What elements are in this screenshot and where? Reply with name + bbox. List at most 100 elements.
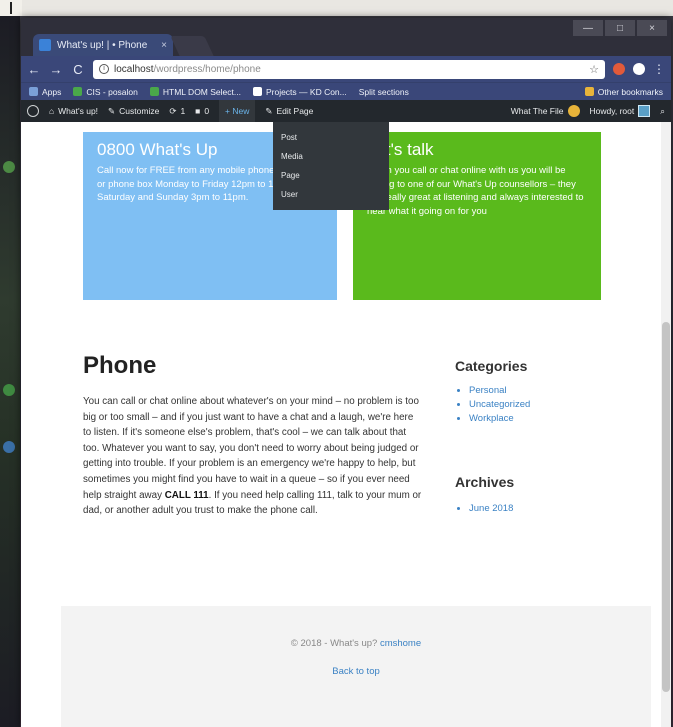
- footer-copyright: © 2018 - What's up? cmshome: [61, 638, 651, 649]
- browser-menu-icon[interactable]: ⋮: [653, 62, 665, 76]
- pencil-icon: ✎: [265, 105, 273, 116]
- admin-account[interactable]: Howdy, root: [590, 105, 651, 117]
- admin-new-menu[interactable]: + New: [219, 100, 256, 122]
- customize-label: Customize: [119, 106, 160, 116]
- new-content-dropdown: Post Media Page User: [273, 122, 389, 210]
- page-title: Phone: [83, 352, 157, 379]
- what-the-file-label: What The File: [510, 106, 564, 116]
- wp-admin-bar: ⌂ What's up! ✎ Customize ⟳ 1 ■ 0 + New ✎…: [21, 100, 671, 122]
- bookmark-other[interactable]: Other bookmarks: [584, 86, 663, 97]
- comments-count: 0: [204, 106, 210, 116]
- updates-icon: ⟳: [169, 105, 177, 116]
- new-user-item[interactable]: User: [273, 187, 389, 206]
- admin-edit-page[interactable]: ✎ Edit Page: [265, 106, 313, 117]
- brush-icon: ✎: [108, 105, 116, 116]
- address-bar[interactable]: i localhost/wordpress/home/phone ☆: [93, 59, 605, 79]
- bookmark-projects[interactable]: Projects — KD Con...: [252, 86, 347, 97]
- bookmark-html-dom[interactable]: HTML DOM Select...: [149, 86, 241, 97]
- extension-icon[interactable]: [613, 63, 625, 75]
- extension-icon[interactable]: [633, 63, 645, 75]
- card-title: Let's talk: [367, 140, 434, 159]
- category-link[interactable]: Workplace: [469, 412, 530, 426]
- forward-button[interactable]: →: [49, 62, 63, 77]
- desktop-note: [0, 0, 22, 16]
- desktop-side-strip: [0, 16, 20, 727]
- maximize-button[interactable]: □: [605, 20, 635, 36]
- admin-updates[interactable]: ⟳ 1: [169, 106, 185, 117]
- archives-list: June 2018: [469, 502, 513, 516]
- bookmark-favicon-icon: [252, 87, 262, 96]
- back-to-top-link[interactable]: Back to top: [332, 666, 380, 677]
- bookmark-star-icon[interactable]: ☆: [589, 63, 599, 76]
- bookmark-favicon-icon: [149, 87, 159, 96]
- new-post-item[interactable]: Post: [273, 130, 389, 149]
- browser-titlebar: What's up! | • Phone × — □ ×: [21, 18, 671, 56]
- browser-toolbar: ← → C i localhost/wordpress/home/phone ☆…: [21, 56, 671, 82]
- bookmark-label: Projects — KD Con...: [265, 86, 347, 97]
- apps-grid-icon: [29, 87, 38, 96]
- admin-what-the-file[interactable]: What The File: [511, 105, 580, 117]
- bookmark-label: Split sections: [358, 86, 409, 97]
- comment-icon: ■: [195, 106, 201, 116]
- new-page-item[interactable]: Page: [273, 168, 389, 187]
- scrollbar-thumb[interactable]: [662, 322, 670, 692]
- call-111-bold: CALL 111: [164, 489, 209, 501]
- desktop-icon[interactable]: [3, 161, 15, 173]
- browser-tab[interactable]: What's up! | • Phone ×: [33, 34, 173, 56]
- bookmark-label: CIS - posalon: [86, 86, 138, 97]
- archive-link[interactable]: June 2018: [469, 502, 513, 516]
- copyright-text: © 2018 - What's up?: [290, 638, 380, 649]
- bookmark-label: HTML DOM Select...: [162, 86, 241, 97]
- categories-heading: Categories: [455, 358, 528, 374]
- url-text[interactable]: localhost/wordpress/home/phone: [114, 64, 584, 75]
- edit-page-label: Edit Page: [276, 106, 314, 116]
- body-text-part: You can call or chat online about whatev…: [83, 396, 419, 501]
- admin-comments[interactable]: ■ 0: [195, 106, 209, 116]
- info-card-talk: Let's talk When you call or chat online …: [353, 132, 601, 300]
- bookmark-favicon-icon: [73, 87, 83, 96]
- smiley-icon: [567, 105, 580, 117]
- footer-back-to-top: Back to top: [61, 666, 651, 677]
- close-window-button[interactable]: ×: [637, 20, 667, 36]
- category-link[interactable]: Uncategorized: [469, 398, 530, 412]
- wordpress-logo-icon[interactable]: [27, 105, 39, 117]
- tab-close-icon[interactable]: ×: [161, 40, 167, 51]
- site-name-label: What's up!: [58, 106, 99, 116]
- admin-search-icon[interactable]: ⌕: [660, 106, 665, 117]
- archives-heading: Archives: [455, 474, 515, 490]
- admin-customize[interactable]: ✎ Customize: [108, 106, 159, 117]
- window-controls: — □ ×: [573, 20, 667, 36]
- bookmark-label: Other bookmarks: [597, 86, 663, 97]
- updates-count: 1: [180, 106, 186, 116]
- bookmark-apps[interactable]: Apps: [29, 87, 61, 97]
- bookmarks-bar: Apps CIS - posalon HTML DOM Select... Pr…: [21, 82, 671, 100]
- url-path: /wordpress/home/phone: [153, 63, 261, 75]
- credit-link[interactable]: cmshome: [380, 638, 421, 649]
- minimize-button[interactable]: —: [573, 20, 603, 36]
- howdy-label: Howdy, root: [589, 106, 635, 116]
- desktop-icon[interactable]: [3, 441, 15, 453]
- url-host: localhost: [114, 63, 154, 75]
- folder-icon: [584, 87, 594, 96]
- page-body-text: You can call or chat online about whatev…: [83, 394, 423, 519]
- tab-title: What's up! | • Phone: [57, 39, 148, 51]
- admin-site-name[interactable]: ⌂ What's up!: [49, 106, 98, 116]
- page-scrollbar[interactable]: [661, 122, 671, 727]
- category-link[interactable]: Personal: [469, 384, 530, 398]
- info-icon[interactable]: i: [99, 64, 109, 74]
- site-footer: © 2018 - What's up? cmshome Back to top: [61, 606, 651, 727]
- new-tab-button[interactable]: [170, 36, 214, 56]
- wordpress-favicon-icon: [39, 39, 51, 51]
- desktop-icon[interactable]: [3, 384, 15, 396]
- new-media-item[interactable]: Media: [273, 149, 389, 168]
- categories-list: Personal Uncategorized Workplace: [469, 384, 530, 426]
- back-button[interactable]: ←: [27, 62, 41, 77]
- home-icon: ⌂: [49, 106, 55, 116]
- reload-button[interactable]: C: [71, 62, 85, 77]
- bookmark-split-sections[interactable]: Split sections: [359, 87, 409, 97]
- bookmark-cis[interactable]: CIS - posalon: [73, 87, 138, 97]
- avatar: [638, 105, 651, 117]
- card-text: When you call or chat online with us you…: [367, 165, 584, 217]
- page-content: 0800 What's Up Call now for FREE from an…: [21, 122, 661, 727]
- browser-window: What's up! | • Phone × — □ × ← → C i loc…: [21, 18, 671, 727]
